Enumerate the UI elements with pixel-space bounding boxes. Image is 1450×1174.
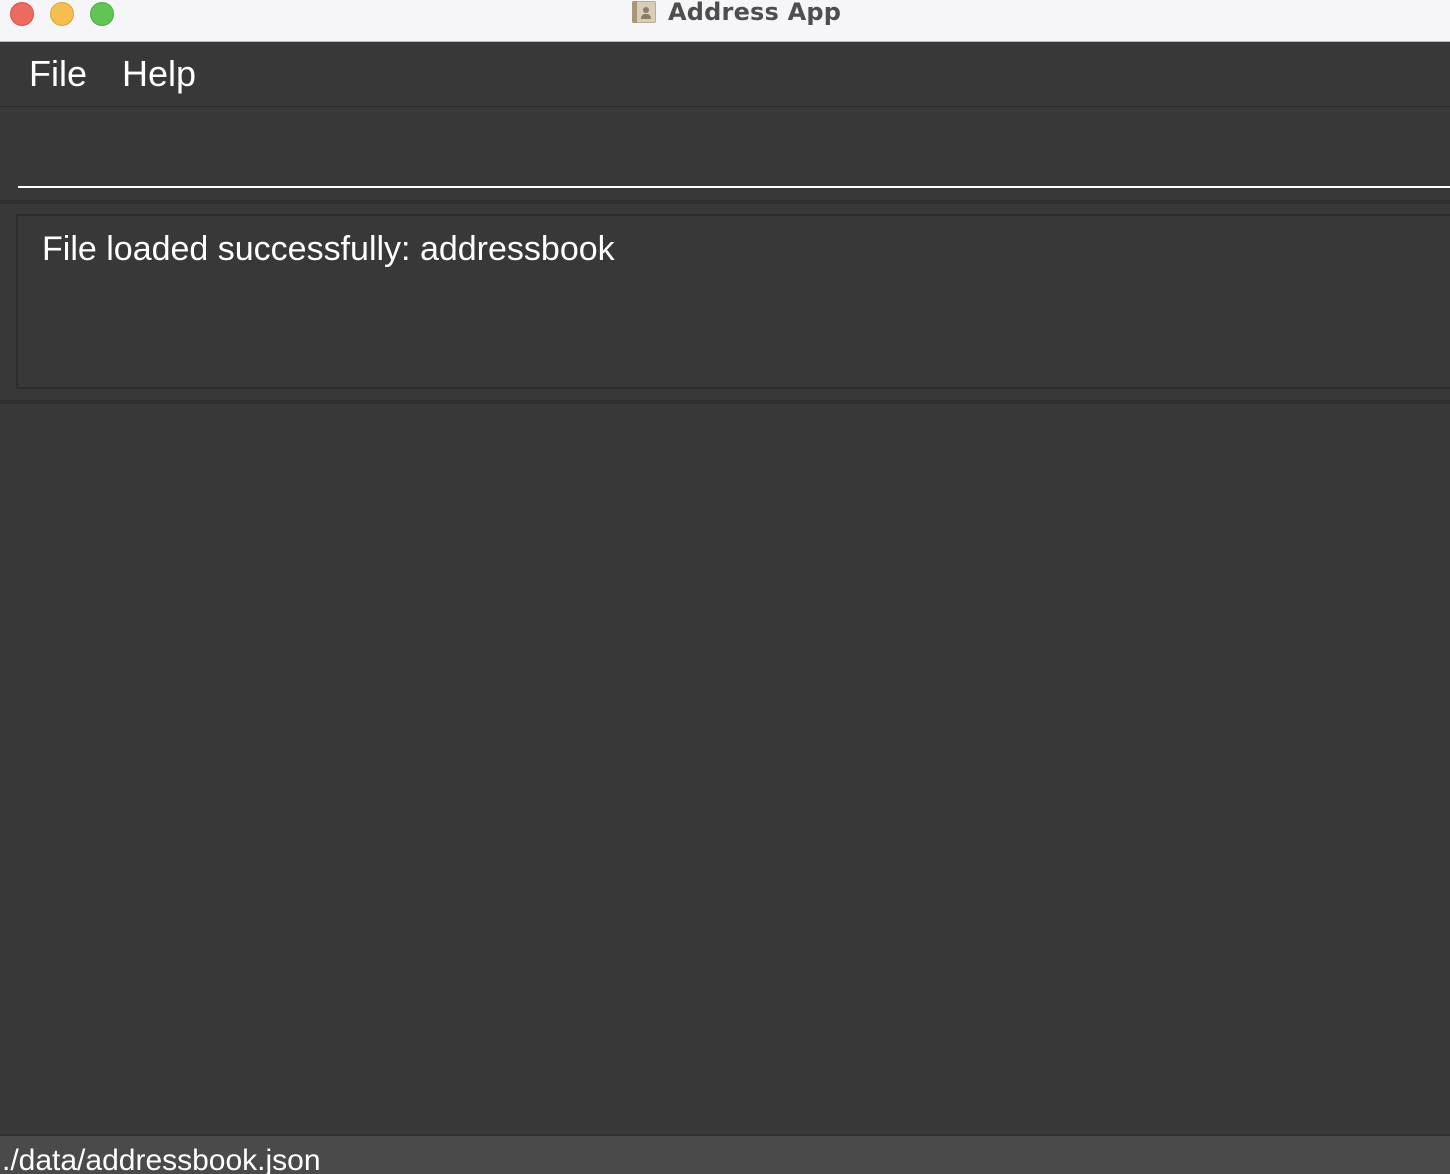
- menu-file[interactable]: File: [29, 53, 87, 95]
- close-window-button[interactable]: [10, 2, 34, 26]
- window-title-group: Address App: [630, 0, 841, 28]
- split-pane-divider[interactable]: [0, 200, 1450, 204]
- title-bar[interactable]: Address App: [0, 0, 1450, 42]
- person-list-panel[interactable]: [0, 404, 1450, 1134]
- result-display: File loaded successfully: addressbook: [16, 214, 1450, 389]
- result-message: File loaded successfully: addressbook: [42, 230, 615, 268]
- menu-bar: File Help: [0, 43, 1450, 107]
- command-input[interactable]: [18, 136, 1450, 188]
- status-bar: ./data/addressbook.json: [0, 1134, 1450, 1174]
- save-location-path: ./data/addressbook.json: [2, 1144, 321, 1174]
- address-app-window: Address App File Help File loaded succes…: [0, 0, 1450, 1174]
- minimize-window-button[interactable]: [50, 2, 74, 26]
- window-title: Address App: [668, 0, 842, 26]
- address-book-icon: [630, 0, 656, 25]
- command-box-pane: [0, 108, 1450, 200]
- zoom-window-button[interactable]: [90, 2, 114, 26]
- menu-help[interactable]: Help: [122, 53, 196, 95]
